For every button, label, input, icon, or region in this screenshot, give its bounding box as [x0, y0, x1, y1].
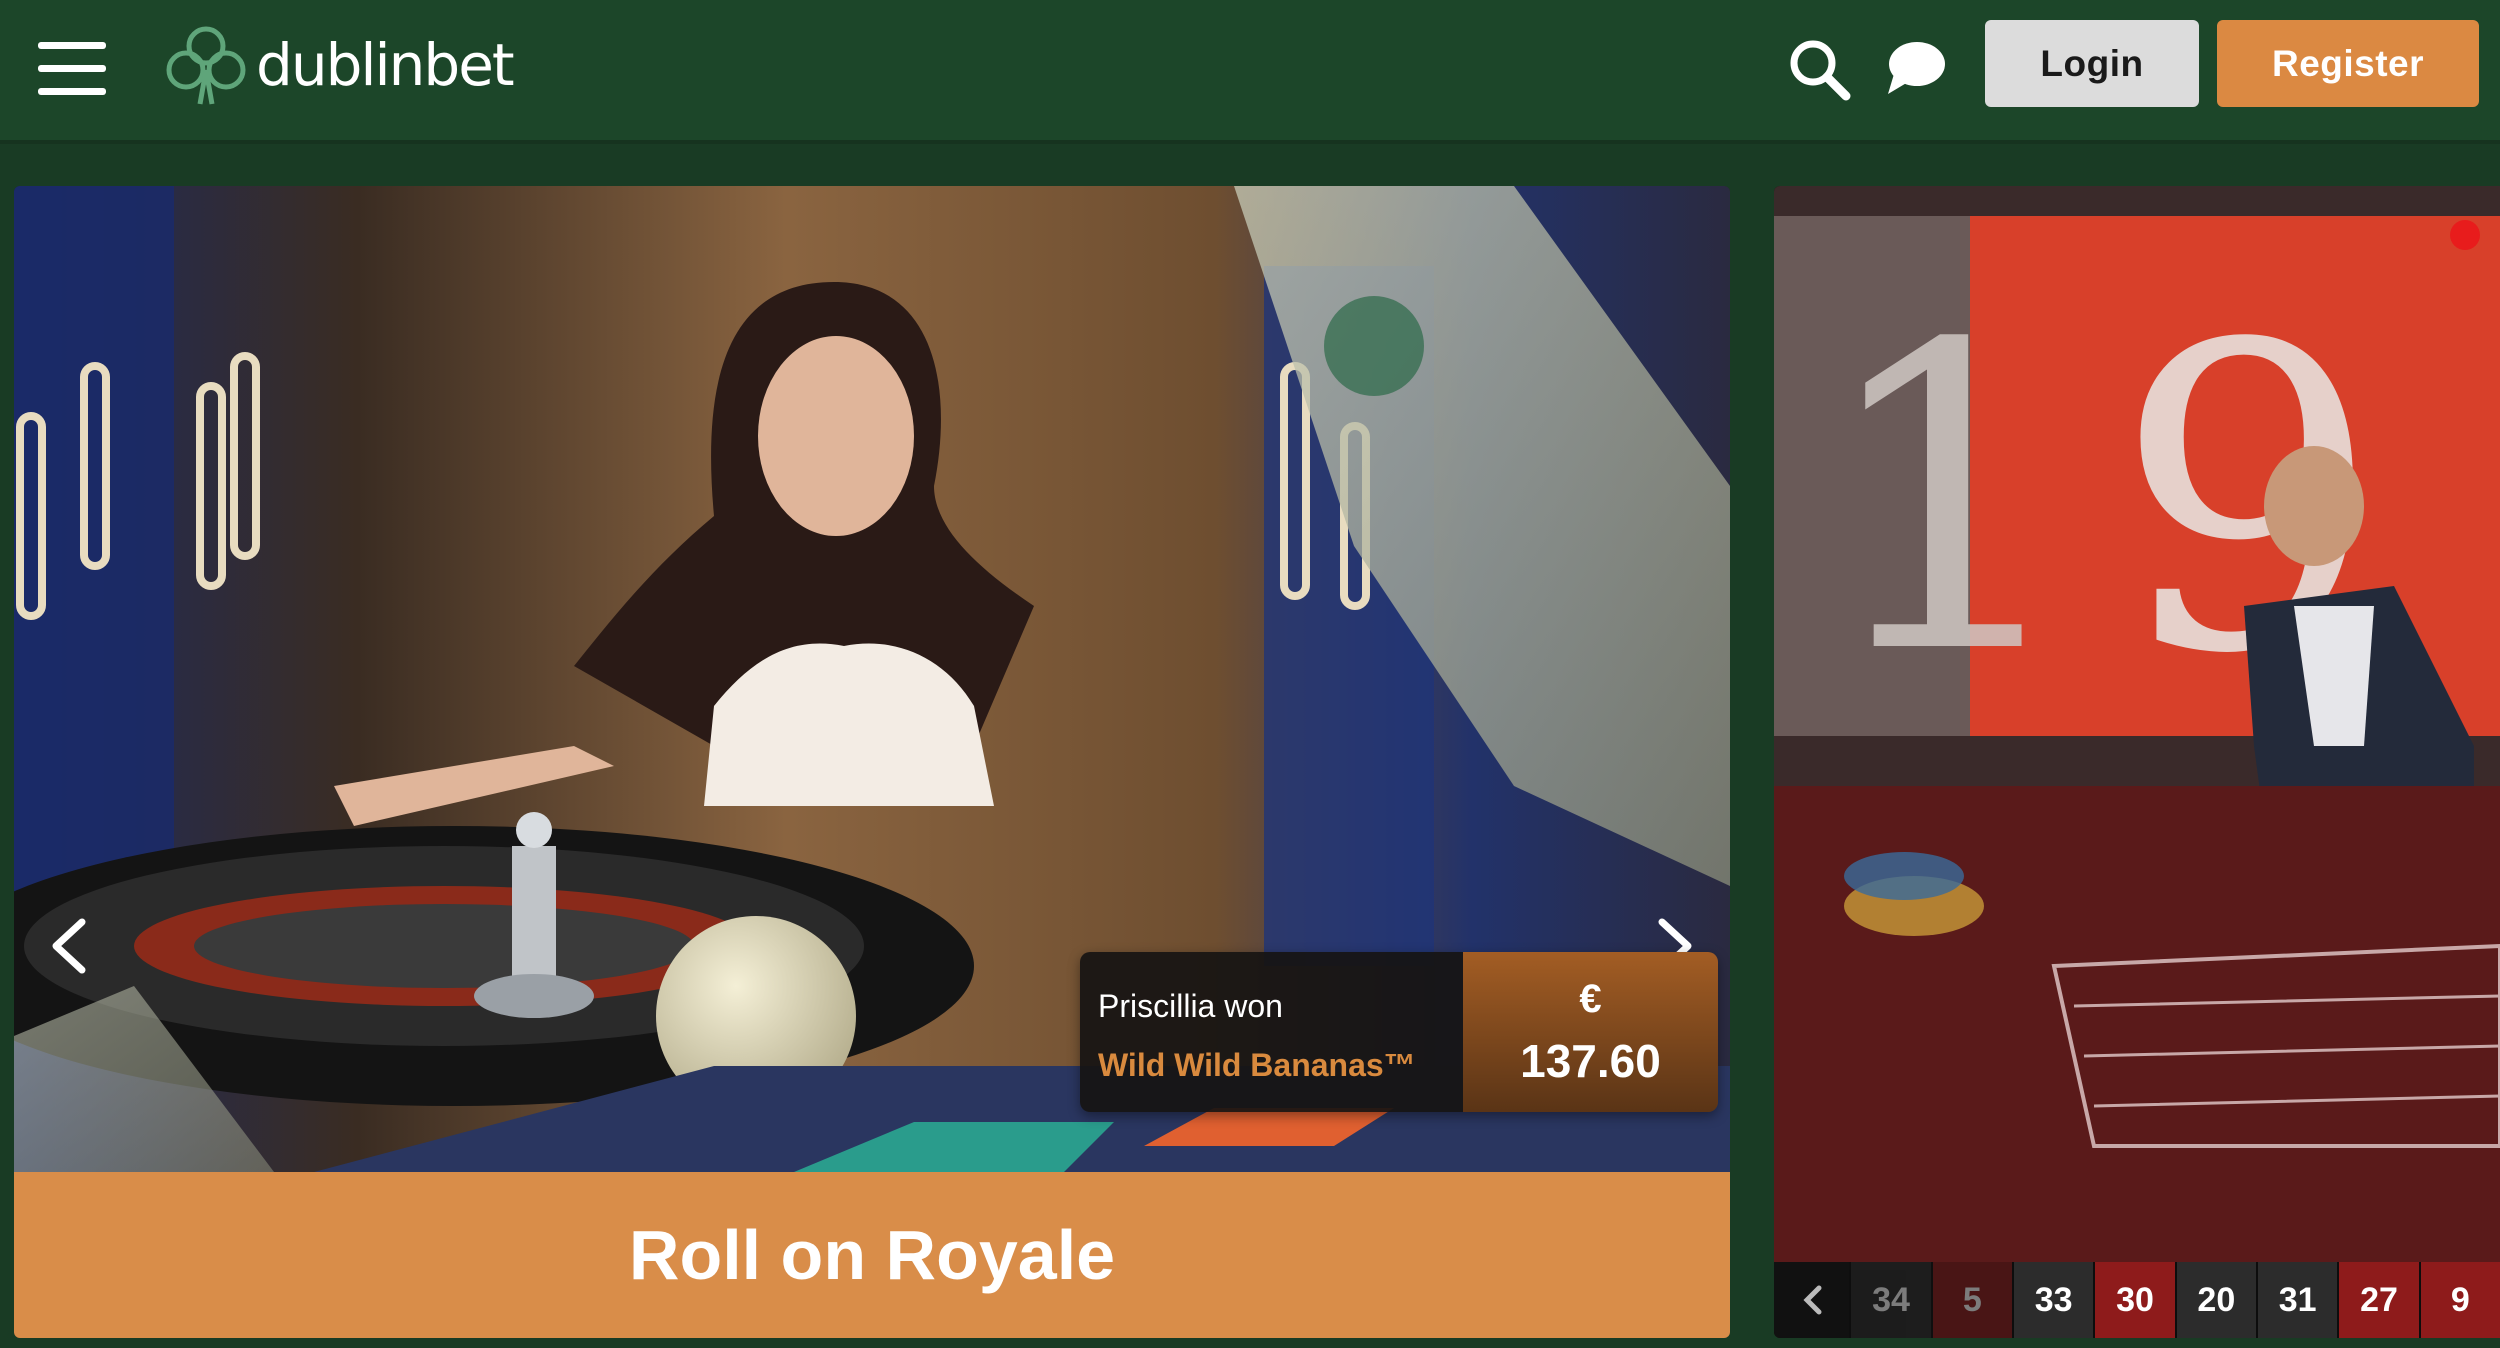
hero-title: Roll on Royale: [628, 1216, 1116, 1294]
register-button[interactable]: Register: [2217, 20, 2479, 107]
chevron-left-icon: [52, 918, 86, 974]
live-indicator-dot: [2450, 220, 2480, 250]
recent-win-card[interactable]: Priscillia won Wild Wild Bananas™ € 137.…: [1080, 952, 1718, 1112]
chat-icon[interactable]: [1882, 38, 1948, 100]
clover-logo-icon: [166, 26, 246, 105]
menu-line: [38, 65, 106, 72]
hero-banner[interactable]: Priscillia won Wild Wild Bananas™ € 137.…: [14, 186, 1730, 1338]
winner-text: Priscillia won: [1098, 988, 1283, 1024]
winning-game-name[interactable]: Wild Wild Bananas™: [1098, 1047, 1463, 1084]
login-button[interactable]: Login: [1985, 20, 2199, 107]
win-amount-panel: € 137.60: [1463, 952, 1718, 1112]
result-number: 27: [2337, 1262, 2419, 1338]
live-roulette-tile[interactable]: 1 9 34 5 33 30 20 31 27 9: [1774, 186, 2500, 1338]
results-prev-button[interactable]: [1774, 1262, 1849, 1338]
result-number: 20: [2174, 1262, 2256, 1338]
win-info: Priscillia won Wild Wild Bananas™: [1080, 952, 1463, 1112]
menu-line: [38, 88, 106, 95]
currency-symbol: €: [1579, 976, 1602, 1021]
carousel-prev-button[interactable]: [34, 886, 104, 1006]
result-number: 9: [2418, 1262, 2500, 1338]
header-divider: [0, 140, 2500, 144]
hero-title-bar[interactable]: Roll on Royale: [14, 1172, 1730, 1338]
logo-text: dublinbet: [256, 31, 515, 99]
site-logo[interactable]: dublinbet: [162, 20, 515, 110]
chevron-left-icon: [1803, 1285, 1822, 1315]
recent-results-bar: 34 5 33 30 20 31 27 9: [1774, 1262, 2500, 1338]
menu-line: [38, 42, 106, 49]
search-icon[interactable]: [1786, 36, 1852, 102]
svg-text:1: 1: [1814, 257, 2081, 746]
live-stream-image: 1 9: [1774, 186, 2500, 1262]
result-number: 34: [1849, 1262, 1931, 1338]
win-amount: 137.60: [1520, 1034, 1661, 1087]
result-number: 30: [2093, 1262, 2175, 1338]
top-header: dublinbet Login Register: [0, 0, 2500, 140]
result-number: 5: [1930, 1262, 2013, 1338]
menu-icon[interactable]: [38, 38, 106, 98]
result-number: 33: [2012, 1262, 2094, 1338]
result-number: 31: [2256, 1262, 2338, 1338]
